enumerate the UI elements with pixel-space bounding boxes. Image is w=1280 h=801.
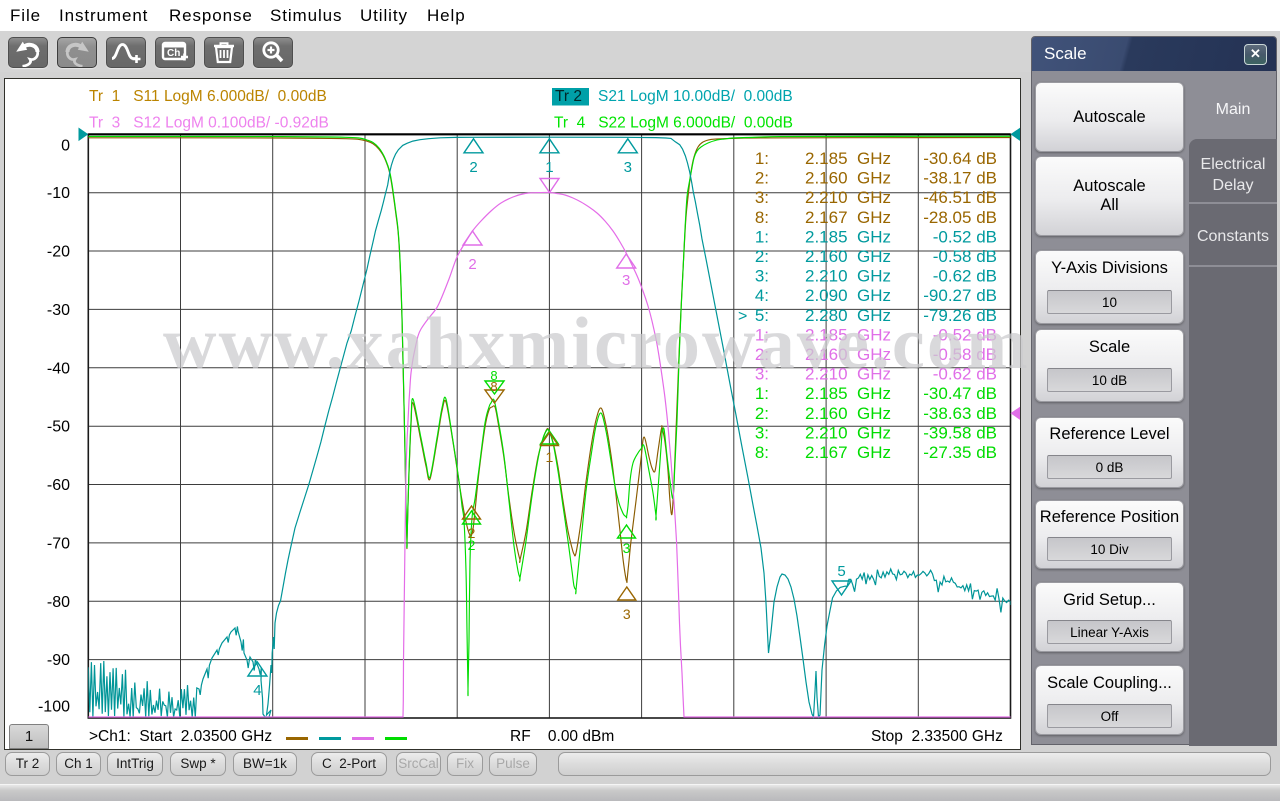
svg-text:3:: 3: xyxy=(755,423,769,442)
svg-text:-0.58 dB: -0.58 dB xyxy=(933,247,997,266)
svg-text:8:: 8: xyxy=(755,208,769,227)
svg-text:8:: 8: xyxy=(755,443,769,462)
svg-text:-10: -10 xyxy=(47,185,70,202)
svg-text:3: 3 xyxy=(623,540,631,556)
svg-text:-39.58 dB: -39.58 dB xyxy=(923,423,997,442)
svg-text:3:: 3: xyxy=(755,267,769,286)
svg-text:2:: 2: xyxy=(755,404,769,423)
svg-text:2.167 GHz: 2.167 GHz xyxy=(805,443,891,462)
svg-text:-0.52 dB: -0.52 dB xyxy=(933,227,997,246)
svg-text:-60: -60 xyxy=(47,477,70,494)
svg-text:2.185 GHz: 2.185 GHz xyxy=(805,384,891,403)
svg-text:1: 1 xyxy=(545,159,553,176)
svg-text:2.185 GHz: 2.185 GHz xyxy=(805,227,891,246)
svg-text:Tr 3 S12 LogM 0.100dB/ -0.9: Tr 3 S12 LogM 0.100dB/ -0.92dB xyxy=(89,115,329,132)
svg-text:-30.47 dB: -30.47 dB xyxy=(923,384,997,403)
svg-text:2:: 2: xyxy=(755,247,769,266)
svg-text:2:: 2: xyxy=(755,169,769,188)
svg-text:-46.51 dB: -46.51 dB xyxy=(923,188,997,207)
svg-text:-30: -30 xyxy=(47,302,70,319)
svg-text:3: 3 xyxy=(622,272,630,289)
svg-text:Tr 1 S11 LogM 6.000dB/ 0.0: Tr 1 S11 LogM 6.000dB/ 0.00dB xyxy=(89,88,327,105)
svg-text:2: 2 xyxy=(468,256,476,273)
svg-text:-20: -20 xyxy=(47,244,70,261)
svg-text:-30.64 dB: -30.64 dB xyxy=(923,149,997,168)
svg-text:0: 0 xyxy=(61,137,70,154)
svg-text:-0.62 dB: -0.62 dB xyxy=(933,267,997,286)
svg-text:3: 3 xyxy=(624,159,632,176)
svg-text:Ch: Ch xyxy=(167,48,180,59)
svg-text:-38.63 dB: -38.63 dB xyxy=(923,404,997,423)
svg-text:3:: 3: xyxy=(755,188,769,207)
svg-text:1: 1 xyxy=(546,449,554,465)
svg-text:2.167 GHz: 2.167 GHz xyxy=(805,208,891,227)
svg-text:5: 5 xyxy=(837,563,845,580)
svg-text:3: 3 xyxy=(623,606,631,622)
svg-text:2.210 GHz: 2.210 GHz xyxy=(805,423,891,442)
svg-text:-80: -80 xyxy=(47,594,70,611)
svg-text:2.185 GHz: 2.185 GHz xyxy=(805,149,891,168)
svg-text:2.160 GHz: 2.160 GHz xyxy=(805,169,891,188)
svg-text:-90: -90 xyxy=(47,652,70,669)
svg-text:Tr 4 S22 LogM 6.000dB/ 0.0: Tr 4 S22 LogM 6.000dB/ 0.00dB xyxy=(554,115,793,132)
svg-text:Tr 2: Tr 2 xyxy=(555,88,582,105)
svg-text:-70: -70 xyxy=(47,535,70,552)
svg-text:-100: -100 xyxy=(38,699,70,716)
svg-text:2: 2 xyxy=(469,159,477,176)
svg-text:2.210 GHz: 2.210 GHz xyxy=(805,267,891,286)
svg-text:-28.05 dB: -28.05 dB xyxy=(923,208,997,227)
svg-text:1:: 1: xyxy=(755,384,769,403)
svg-text:2.160 GHz: 2.160 GHz xyxy=(805,247,891,266)
svg-text:-40: -40 xyxy=(47,360,70,377)
svg-text:S21 LogM 10.00dB/ 0.00dB: S21 LogM 10.00dB/ 0.00dB xyxy=(598,88,793,105)
svg-text:2: 2 xyxy=(468,537,476,553)
svg-text:4: 4 xyxy=(253,682,261,699)
svg-text:1:: 1: xyxy=(755,227,769,246)
svg-text:-27.35 dB: -27.35 dB xyxy=(923,443,997,462)
svg-text:2.210 GHz: 2.210 GHz xyxy=(805,188,891,207)
svg-text:-50: -50 xyxy=(47,419,70,436)
svg-text:-38.17 dB: -38.17 dB xyxy=(923,169,997,188)
svg-text:2.160 GHz: 2.160 GHz xyxy=(805,404,891,423)
svg-text:1:: 1: xyxy=(755,149,769,168)
